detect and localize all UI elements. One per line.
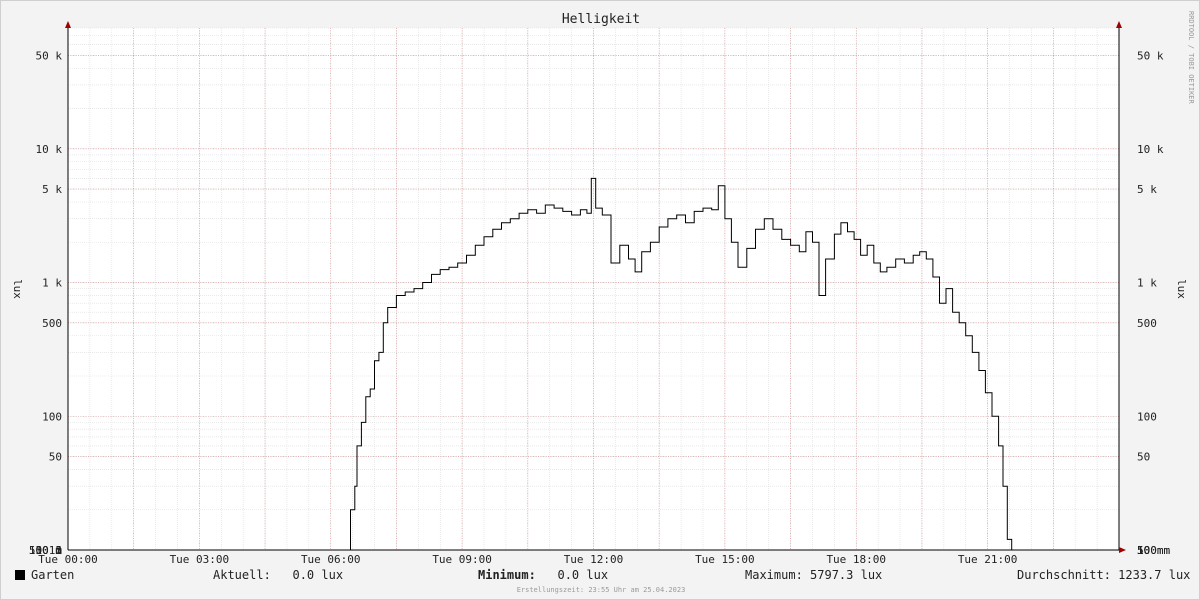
- legend-average: Durchschnitt: 1233.7 lux: [1017, 568, 1190, 582]
- chart-panel: 10 m 10 m 50 m 50 m 100 m 100 m 500 m 500 m1155…: [0, 0, 1200, 600]
- x-tick-label: Tue 15:00: [695, 553, 755, 566]
- y-tick-label-right: 5 k: [1137, 183, 1157, 196]
- watermark: RRDTOOL / TOBI OETIKER: [1187, 11, 1195, 104]
- x-tick-label: Tue 00:00: [38, 553, 98, 566]
- y-tick-label-right: 100: [1137, 410, 1157, 423]
- minimum-label: Minimum:: [478, 568, 536, 582]
- y-tick-label-right: 1 k: [1137, 277, 1157, 290]
- x-tick-label: Tue 21:00: [958, 553, 1018, 566]
- y-tick-label-right: 10: [1137, 544, 1150, 557]
- y-tick-label-right: 500: [1137, 317, 1157, 330]
- y-tick-label-right: 50: [1137, 451, 1150, 464]
- current-value: 0.0 lux: [292, 568, 344, 582]
- x-tick-label: Tue 06:00: [301, 553, 361, 566]
- y-tick-label-left: 100: [42, 410, 62, 423]
- y-tick-label-right: 10 k: [1137, 143, 1164, 156]
- maximum-label: Maximum:: [745, 568, 803, 582]
- x-tick-label: Tue 18:00: [826, 553, 886, 566]
- y-tick-label-left: 50: [49, 451, 62, 464]
- x-tick-label: Tue 12:00: [564, 553, 624, 566]
- y-tick-label-left: 10 k: [36, 143, 63, 156]
- chart-title: Helligkeit: [562, 12, 640, 27]
- y-axis-arrow-left: [65, 21, 71, 28]
- legend-minimum: Minimum: 0.0 lux: [478, 568, 608, 582]
- legend-series-name: Garten: [31, 568, 75, 582]
- brightness-chart: 10 m 10 m50 m 50 m100 m 100 m500 m 500 m1 15 5…: [11, 12, 1188, 566]
- y-tick-label-left: 5 k: [42, 183, 62, 196]
- minimum-value: 0.0 lux: [557, 568, 609, 582]
- y-axis-label-right: lux: [1175, 279, 1188, 299]
- average-value: 1233.7 lux: [1118, 568, 1191, 582]
- maximum-value: 5797.3 lux: [810, 568, 883, 582]
- creation-time: Erstellungszeit: 23:55 Uhr am 25.04.2023: [516, 586, 686, 594]
- x-tick-label: Tue 09:00: [432, 553, 492, 566]
- x-tick-label: Tue 03:00: [170, 553, 230, 566]
- legend-swatch: [15, 570, 25, 580]
- y-axis-label-left: lux: [11, 279, 24, 299]
- legend-maximum: Maximum: 5797.3 lux: [745, 568, 882, 582]
- legend-current: Aktuell: 0.0 lux: [213, 568, 343, 582]
- y-tick-label-left: 500: [42, 317, 62, 330]
- y-tick-label-left: 1 k: [42, 277, 62, 290]
- current-label: Aktuell:: [213, 568, 271, 582]
- legend-series: Garten: [15, 568, 74, 582]
- y-axis-arrow-right: [1116, 21, 1122, 28]
- average-label: Durchschnitt:: [1017, 568, 1111, 582]
- y-tick-label-right: 50 k: [1137, 49, 1164, 62]
- x-axis-arrow: [1119, 547, 1126, 553]
- y-tick-label-left: 50 k: [36, 49, 63, 62]
